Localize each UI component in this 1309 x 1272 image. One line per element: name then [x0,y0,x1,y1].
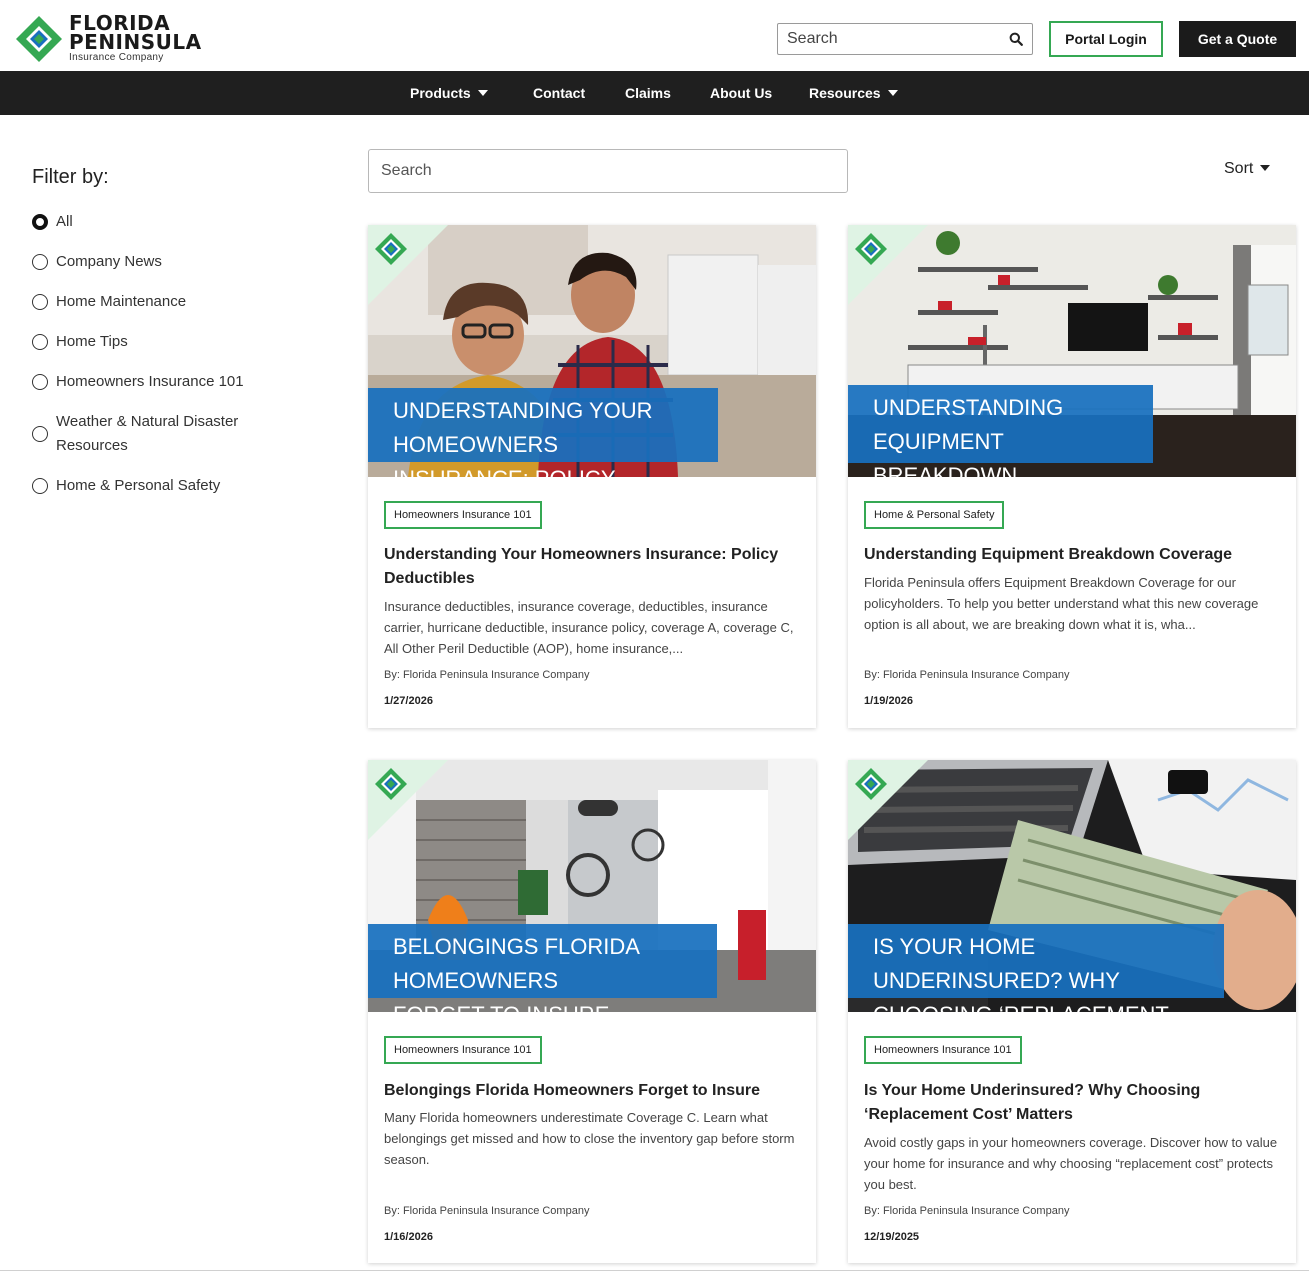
nav-resources-label: Resources [809,85,881,101]
article-image[interactable]: UNDERSTANDING YOUR HOMEOWNERS INSURANCE:… [368,225,816,477]
article-search [368,149,848,193]
banner-line: BELONGINGS FLORIDA HOMEOWNERS [393,934,639,993]
filter-title: Filter by: [32,166,109,188]
corner-logo-icon [368,760,448,840]
filter-option-all[interactable]: All [32,210,73,234]
article-date: 1/27/2026 [384,695,433,707]
corner-logo-icon [848,225,928,305]
category-tag[interactable]: Homeowners Insurance 101 [384,501,542,529]
image-banner: UNDERSTANDING YOUR HOMEOWNERS INSURANCE:… [368,388,718,477]
nav-claims[interactable]: Claims [625,71,671,115]
filter-label: Home & Personal Safety [56,477,221,494]
chevron-down-icon [887,90,898,97]
article-search-input[interactable] [369,150,847,192]
banner-line: UNDERSTANDING YOUR HOMEOWNERS [393,398,653,457]
article-image[interactable]: IS YOUR HOME UNDERINSURED? WHY CHOOSING … [848,760,1296,1012]
radio-icon[interactable] [32,294,48,310]
image-banner: BELONGINGS FLORIDA HOMEOWNERS FORGET TO … [368,924,717,1012]
article-date: 12/19/2025 [864,1231,920,1243]
filter-option-weather-natural-disaster[interactable]: Weather & Natural Disaster Resources [32,410,266,458]
filter-option-homeowners-insurance-101[interactable]: Homeowners Insurance 101 [32,370,244,394]
corner-logo-icon [848,760,928,840]
filter-option-home-tips[interactable]: Home Tips [32,330,128,354]
logo-line2: PENINSULA [69,30,202,54]
article-date: 1/16/2026 [384,1231,433,1243]
article-author: By: Florida Peninsula Insurance Company [384,1205,590,1217]
article-image[interactable]: BELONGINGS FLORIDA HOMEOWNERS FORGET TO … [368,760,816,1012]
filter-label: All [56,213,73,230]
radio-icon[interactable] [32,426,48,442]
article-title[interactable]: Understanding Equipment Breakdown Covera… [864,543,1284,567]
article-card[interactable]: BELONGINGS FLORIDA HOMEOWNERS FORGET TO … [368,760,816,1263]
company-logo[interactable]: FLORIDA PENINSULA Insurance Company [16,12,236,64]
banner-line: CHOOSING ‘REPLACEMENT COST’ MATTERS [873,998,1214,1012]
filter-option-home-personal-safety[interactable]: Home & Personal Safety [32,474,220,498]
get-quote-button[interactable]: Get a Quote [1179,21,1296,57]
image-banner: UNDERSTANDING EQUIPMENT BREAKDOWN COVERA… [848,385,1153,477]
article-excerpt: Florida Peninsula offers Equipment Break… [864,575,1259,632]
banner-line: INSURANCE: POLICY DEDUCTIBLES [393,462,708,477]
filter-option-home-maintenance[interactable]: Home Maintenance [32,290,186,314]
category-tag[interactable]: Homeowners Insurance 101 [384,1036,542,1064]
logo-line3: Insurance Company [69,52,164,63]
article-card[interactable]: UNDERSTANDING YOUR HOMEOWNERS INSURANCE:… [368,225,816,728]
header-search [777,23,1033,55]
category-tag[interactable]: Homeowners Insurance 101 [864,1036,1022,1064]
article-image[interactable]: UNDERSTANDING EQUIPMENT BREAKDOWN COVERA… [848,225,1296,477]
article-title[interactable]: Understanding Your Homeowners Insurance:… [384,543,804,591]
portal-login-button[interactable]: Portal Login [1049,21,1163,57]
nav-contact[interactable]: Contact [533,71,585,115]
corner-logo-icon [368,225,448,305]
filter-label: Weather & Natural Disaster Resources [56,413,239,454]
filter-label: Home Tips [56,333,128,350]
filter-label: Company News [56,253,162,270]
sort-label: Sort [1224,160,1254,177]
article-excerpt: Avoid costly gaps in your homeowners cov… [864,1135,1278,1192]
site-header: FLORIDA PENINSULA Insurance Company Port… [0,0,1309,71]
article-title[interactable]: Belongings Florida Homeowners Forget to … [384,1079,804,1103]
radio-checked-icon[interactable] [32,214,48,230]
article-author: By: Florida Peninsula Insurance Company [864,1205,1070,1217]
chevron-down-icon [1260,164,1271,171]
banner-line: FORGET TO INSURE [393,998,707,1012]
filter-label: Homeowners Insurance 101 [56,373,244,390]
search-icon[interactable] [1009,32,1023,46]
article-title[interactable]: Is Your Home Underinsured? Why Choosing … [864,1079,1284,1127]
article-card[interactable]: IS YOUR HOME UNDERINSURED? WHY CHOOSING … [848,760,1296,1263]
banner-line: BREAKDOWN COVERAGE [873,463,1018,477]
logo-diamond-icon [16,16,62,62]
filter-label: Home Maintenance [56,293,187,310]
header-search-input[interactable] [778,24,998,54]
chevron-down-icon [477,90,488,97]
article-date: 1/19/2026 [864,695,913,707]
article-author: By: Florida Peninsula Insurance Company [384,669,590,681]
banner-line: UNDERSTANDING EQUIPMENT [873,395,1064,454]
nav-products[interactable]: Products [410,71,488,115]
radio-icon[interactable] [32,478,48,494]
radio-icon[interactable] [32,334,48,350]
article-card[interactable]: UNDERSTANDING EQUIPMENT BREAKDOWN COVERA… [848,225,1296,728]
category-tag[interactable]: Home & Personal Safety [864,501,1005,529]
radio-icon[interactable] [32,374,48,390]
nav-resources[interactable]: Resources [809,71,898,115]
article-author: By: Florida Peninsula Insurance Company [864,669,1070,681]
radio-icon[interactable] [32,254,48,270]
sort-dropdown[interactable]: Sort [1224,160,1271,178]
main-nav: Products Contact Claims About Us Resourc… [0,71,1309,115]
nav-about-us[interactable]: About Us [710,71,772,115]
article-excerpt: Insurance deductibles, insurance coverag… [384,599,794,656]
page-divider [0,1270,1309,1271]
article-excerpt: Many Florida homeowners underestimate Co… [384,1110,795,1167]
image-banner: IS YOUR HOME UNDERINSURED? WHY CHOOSING … [848,924,1224,1012]
banner-line: IS YOUR HOME UNDERINSURED? WHY [873,934,1120,993]
nav-products-label: Products [410,85,471,101]
filter-option-company-news[interactable]: Company News [32,250,162,274]
